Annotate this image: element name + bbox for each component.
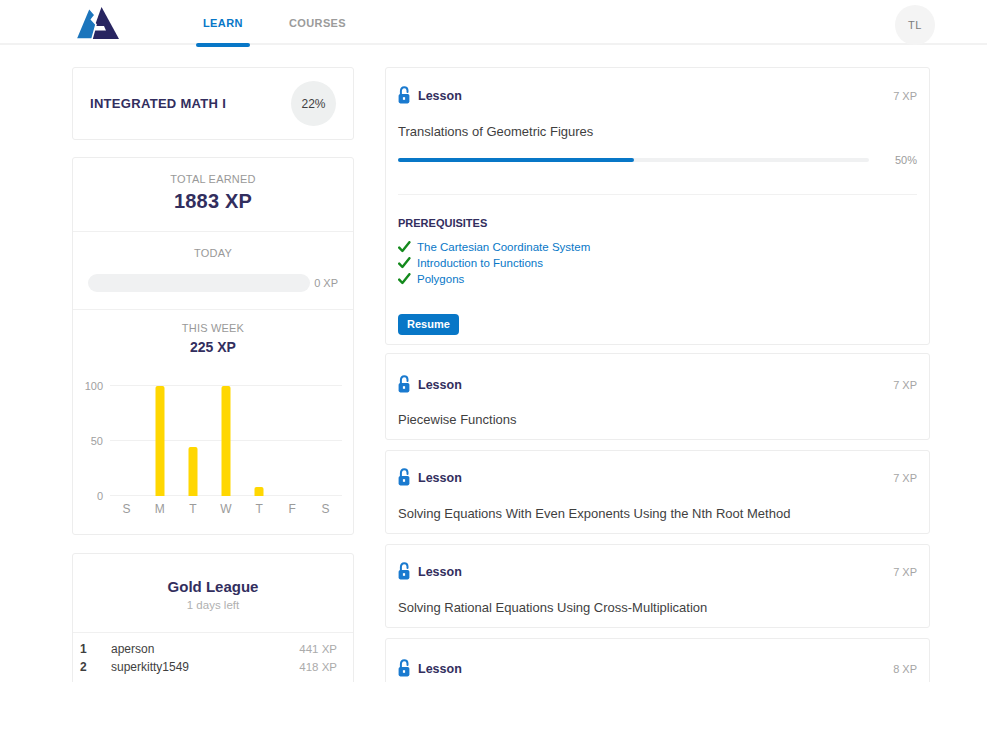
week-chart: 050100 SMTWTFS: [110, 386, 342, 516]
league-row: 2 superkitty1549 418 XP: [80, 658, 337, 676]
chart-day-label: W: [209, 502, 242, 516]
lesson-card[interactable]: Lesson 7 XP Translations of Geometric Fi…: [385, 67, 930, 345]
league-rank: 1: [80, 642, 111, 656]
lesson-type-label: Lesson: [418, 471, 462, 485]
league-card: Gold League 1 days left 1 aperson 441 XP…: [72, 553, 354, 682]
total-earned-value: 1883 XP: [88, 189, 338, 214]
total-earned-section: TOTAL EARNED 1883 XP: [73, 158, 353, 232]
today-section: TODAY 0 XP: [73, 232, 353, 310]
week-chart-plot: 050100: [110, 386, 342, 496]
unlocked-lock-icon: [398, 375, 410, 393]
prerequisite-link[interactable]: Polygons: [417, 273, 464, 285]
chart-day-label: T: [176, 502, 209, 516]
unlocked-lock-icon: [398, 468, 410, 486]
check-icon: [398, 273, 411, 285]
lesson-title: Piecewise Functions: [398, 411, 917, 428]
page: LEARN COURSES TL INTEGRATED MATH I 22% T…: [0, 0, 987, 744]
lesson-card[interactable]: Lesson 7 XP Piecewise Functions: [385, 353, 930, 440]
lesson-progress-bar: [398, 158, 869, 162]
league-rank: 2: [80, 660, 111, 674]
chart-day-label: F: [276, 502, 309, 516]
today-xp-value: 0 XP: [314, 277, 338, 289]
league-header: Gold League 1 days left: [73, 554, 353, 633]
header: LEARN COURSES TL: [0, 0, 987, 45]
lesson-card[interactable]: Lesson 7 XP Solving Rational Equations U…: [385, 544, 930, 628]
lesson-list: Lesson 7 XP Translations of Geometric Fi…: [385, 67, 930, 682]
chart-day-label: M: [143, 502, 176, 516]
avatar[interactable]: TL: [895, 5, 935, 45]
lesson-title: Translations of Geometric Figures: [398, 123, 917, 140]
content: INTEGRATED MATH I 22% TOTAL EARNED 1883 …: [0, 45, 987, 682]
lesson-card[interactable]: Lesson 8 XP: [385, 638, 930, 682]
lesson-card[interactable]: Lesson 7 XP Solving Equations With Even …: [385, 450, 930, 534]
league-player-xp: 441 XP: [299, 643, 337, 655]
league-title: Gold League: [88, 578, 338, 596]
lesson-xp: 7 XP: [893, 379, 917, 391]
course-progress-badge: 22%: [291, 81, 336, 126]
league-player-name: aperson: [111, 642, 299, 656]
resume-button[interactable]: Resume: [398, 314, 459, 335]
tab-courses[interactable]: COURSES: [282, 0, 353, 45]
course-name: INTEGRATED MATH I: [90, 96, 226, 111]
lesson-type-label: Lesson: [418, 378, 462, 392]
unlocked-lock-icon: [398, 659, 410, 677]
lesson-xp: 8 XP: [893, 663, 917, 675]
chart-day-label: T: [243, 502, 276, 516]
chart-bar: [188, 447, 197, 497]
lesson-type-label: Lesson: [418, 662, 462, 676]
chart-bar: [255, 487, 264, 496]
chart-ytick-label: 100: [73, 380, 103, 392]
chart-ytick-label: 50: [73, 435, 103, 447]
sidebar: INTEGRATED MATH I 22% TOTAL EARNED 1883 …: [72, 67, 354, 682]
lesson-title: Solving Equations With Even Exponents Us…: [398, 505, 917, 522]
chart-bar: [221, 386, 230, 496]
chart-day-label: S: [110, 502, 143, 516]
app-logo[interactable]: [75, 6, 121, 40]
chart-day-label: S: [309, 502, 342, 516]
league-row: 1 aperson 441 XP: [80, 640, 337, 658]
today-label: TODAY: [88, 247, 338, 260]
tab-learn-label: LEARN: [203, 17, 243, 29]
league-leaderboard: 1 aperson 441 XP 2 superkitty1549 418 XP: [73, 633, 353, 676]
week-label: THIS WEEK: [73, 322, 353, 335]
prerequisites-label: PREREQUISITES: [398, 217, 917, 230]
chart-ytick-label: 0: [73, 490, 103, 502]
lesson-type-label: Lesson: [418, 565, 462, 579]
prerequisite-link[interactable]: The Cartesian Coordinate System: [417, 241, 590, 253]
chart-bar: [155, 386, 164, 496]
total-earned-label: TOTAL EARNED: [88, 173, 338, 186]
tab-courses-label: COURSES: [289, 17, 346, 29]
lesson-type-label: Lesson: [418, 89, 462, 103]
tab-learn[interactable]: LEARN: [196, 0, 250, 45]
today-progress-bar: [88, 274, 310, 292]
league-subtitle: 1 days left: [88, 598, 338, 612]
lesson-xp: 7 XP: [893, 566, 917, 578]
nav-tabs: LEARN COURSES: [196, 0, 353, 45]
check-icon: [398, 257, 411, 269]
check-icon: [398, 241, 411, 253]
week-value: 225 XP: [73, 339, 353, 356]
prerequisite-link[interactable]: Introduction to Functions: [417, 257, 543, 269]
course-card[interactable]: INTEGRATED MATH I 22%: [72, 67, 354, 140]
unlocked-lock-icon: [398, 562, 410, 580]
lesson-xp: 7 XP: [893, 90, 917, 102]
stats-card: TOTAL EARNED 1883 XP TODAY 0 XP THIS WEE…: [72, 157, 354, 535]
week-chart-days: SMTWTFS: [110, 502, 342, 516]
lesson-progress-pct: 50%: [881, 154, 917, 166]
week-section: THIS WEEK 225 XP 050100 SMTWTFS: [73, 310, 353, 534]
league-player-name: superkitty1549: [111, 660, 299, 674]
league-player-xp: 418 XP: [299, 661, 337, 673]
lesson-title: Solving Rational Equations Using Cross-M…: [398, 599, 917, 616]
lesson-xp: 7 XP: [893, 472, 917, 484]
unlocked-lock-icon: [398, 86, 410, 104]
